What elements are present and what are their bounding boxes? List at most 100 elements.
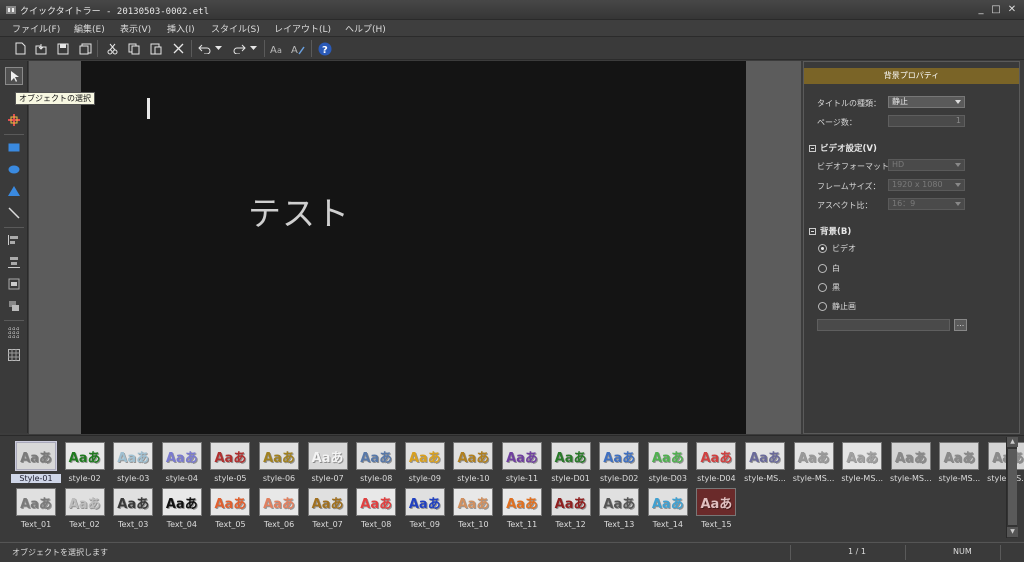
style-preset-label: style-D02 [599,474,639,483]
menu-insert[interactable]: 挿入(I) [167,22,195,35]
delete-icon[interactable] [170,41,186,56]
style-preset-item[interactable]: Aaあstyle-MS... [936,442,982,484]
scroll-down-icon[interactable]: ▼ [1007,527,1018,537]
style-preset-item[interactable]: Aaあ Style-01 [11,441,61,484]
style-preset-label: Text_05 [215,520,246,529]
text-edit-icon[interactable]: A [290,41,306,56]
rectangle-icon[interactable] [5,138,23,156]
style-preset-item[interactable]: Aaあstyle-MS... [888,442,934,484]
style-preset-label: Text_14 [652,520,683,529]
menu-style[interactable]: スタイル(S) [211,22,260,35]
style-preset-label: Text_07 [312,520,343,529]
save-icon[interactable] [55,41,71,56]
style-preset-item[interactable]: Aaあ Text_08 [353,488,399,530]
style-preset-item[interactable]: Aaあ Text_04 [159,488,205,530]
style-preset-item[interactable]: Aaあ style-10 [450,442,496,484]
align-left-icon[interactable] [5,231,23,249]
style-preset-item[interactable]: Aaあ style-11 [499,442,545,484]
style-preset-label: style-10 [457,474,490,483]
style-library-scrollbar[interactable]: ▲ ▼ [1006,437,1018,538]
style-preset-item[interactable]: Aaあ style-07 [305,442,351,484]
style-preset-item[interactable]: Aaあ Text_09 [402,488,448,530]
style-preset-item[interactable]: Aaあ Text_15 [693,488,739,530]
safe-area-icon[interactable] [5,346,23,364]
style-preset-item[interactable]: Aaあ Text_02 [62,488,108,530]
style-preset-item[interactable]: Aaあ style-05 [207,442,253,484]
undo-dropdown-icon[interactable] [213,41,223,56]
align-center-icon[interactable] [5,253,23,271]
title-canvas[interactable]: テスト [81,61,746,434]
style-preset-item[interactable]: Aaあ style-02 [62,442,108,484]
style-preset-item[interactable]: Aaあ style-08 [353,442,399,484]
style-preset-item[interactable]: Aaあ style-09 [402,442,448,484]
style-preset-item[interactable]: Aaあstyle-MS... [839,442,885,484]
minimize-button[interactable]: _ [975,4,987,15]
title-type-select[interactable]: 静止 [888,96,965,108]
style-preview-thumbnail: Aaあ [502,442,542,470]
close-button[interactable]: ✕ [1006,4,1018,15]
canvas-text-object[interactable]: テスト [248,187,350,235]
collapse-icon [809,228,816,235]
style-preset-item[interactable]: Aaあ Text_01 [13,488,59,530]
scroll-thumb[interactable] [1008,449,1017,525]
menu-layout[interactable]: レイアウト(L) [274,22,331,35]
bg-radio-still-image[interactable]: 静止画 [818,301,856,312]
style-preset-item[interactable]: Aaあ Text_05 [207,488,253,530]
menu-view[interactable]: 表示(V) [120,22,151,35]
style-preset-item[interactable]: Aaあ Text_03 [110,488,156,530]
distribute-icon[interactable] [5,275,23,293]
new-file-icon[interactable] [12,41,28,56]
video-settings-section[interactable]: ビデオ設定(V) [809,142,877,154]
undo-icon[interactable] [196,41,212,56]
style-preset-item[interactable]: Aaあ Text_14 [645,488,691,530]
background-section[interactable]: 背景(B) [809,225,851,237]
menu-help[interactable]: ヘルプ(H) [345,22,386,35]
redo-icon[interactable] [231,41,247,56]
style-preset-item[interactable]: Aaあ Text_10 [450,488,496,530]
select-arrow-icon[interactable] [5,67,23,85]
crop-move-icon[interactable] [5,111,23,129]
style-preset-item[interactable]: Aaあstyle-MS... [791,442,837,484]
style-preset-item[interactable]: Aaあ Text_13 [596,488,642,530]
bg-radio-white[interactable]: 白 [818,263,840,274]
help-icon[interactable]: ? [317,41,333,56]
style-preset-item[interactable]: Aaあ Text_11 [499,488,545,530]
style-preset-item[interactable]: Aaあ style-D01 [548,442,594,484]
text-style-icon[interactable]: Aa [269,41,285,56]
style-preset-item[interactable]: Aaあ style-06 [256,442,302,484]
bg-radio-video[interactable]: ビデオ [818,243,856,254]
ellipse-icon[interactable] [5,160,23,178]
style-preset-item[interactable]: Aaあstyle-MS... [985,442,1024,484]
style-preset-item[interactable]: Aaあ Text_06 [256,488,302,530]
style-preset-item[interactable]: Aaあ style-D03 [645,442,691,484]
order-icon[interactable] [5,297,23,315]
style-preset-item[interactable]: Aaあ style-04 [159,442,205,484]
menu-file[interactable]: ファイル(F) [12,22,60,35]
cut-icon[interactable] [104,41,120,56]
scroll-up-icon[interactable]: ▲ [1007,437,1018,447]
triangle-icon[interactable] [5,182,23,200]
save-as-icon[interactable] [77,41,93,56]
style-preset-item[interactable]: Aaあ Text_12 [548,488,594,530]
redo-dropdown-icon[interactable] [248,41,258,56]
aspect-ratio-select: 16：9 [888,198,965,210]
open-file-icon[interactable] [33,41,49,56]
browse-button[interactable]: ... [954,319,967,331]
menu-edit[interactable]: 編集(E) [74,22,105,35]
toolbar-separator [97,40,98,57]
style-preset-item[interactable]: Aaあ style-D04 [693,442,739,484]
copy-icon[interactable] [126,41,142,56]
style-preset-item[interactable]: Aaあ Text_07 [305,488,351,530]
paste-icon[interactable] [148,41,164,56]
status-bar: オブジェクトを選択します 1 / 1 NUM [0,542,1024,562]
style-preset-item[interactable]: Aaあ style-03 [110,442,156,484]
grid-icon[interactable] [5,324,23,342]
bg-radio-black[interactable]: 黒 [818,282,840,293]
style-preset-label: Text_01 [20,520,52,529]
app-icon [6,5,16,15]
line-icon[interactable] [5,204,23,222]
style-preview-thumbnail: Aaあ [404,442,445,470]
maximize-button[interactable]: □ [990,4,1002,15]
style-preset-item[interactable]: Aaあstyle-MS... [742,442,788,484]
style-preset-item[interactable]: Aaあ style-D02 [596,442,642,484]
